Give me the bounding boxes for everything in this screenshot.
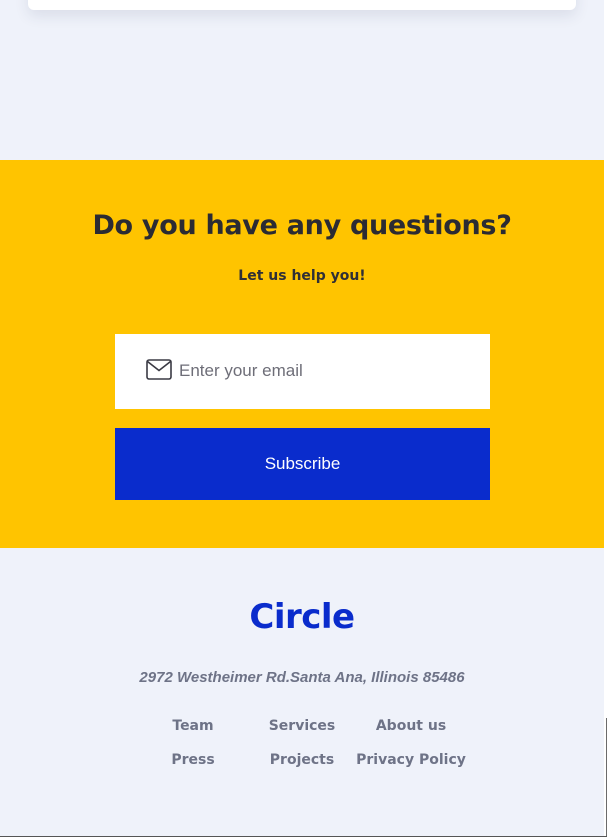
email-field[interactable] <box>115 334 490 409</box>
footer-link-team[interactable]: Team <box>138 715 248 737</box>
content-card-bottom <box>28 0 576 10</box>
newsletter-subtitle: Let us help you! <box>238 268 366 284</box>
footer-link-about-us[interactable]: About us <box>356 715 466 737</box>
footer-link-privacy-policy[interactable]: Privacy Policy <box>356 749 466 771</box>
footer-address: 2972 Westheimer Rd.Santa Ana, Illinois 8… <box>139 669 465 686</box>
footer-link-projects[interactable]: Projects <box>248 749 356 771</box>
mail-icon <box>146 359 172 380</box>
footer-nav: Team Services About us Press Projects Pr… <box>138 715 466 771</box>
email-input[interactable] <box>179 352 469 390</box>
footer-link-services[interactable]: Services <box>248 715 356 737</box>
footer-link-press[interactable]: Press <box>138 749 248 771</box>
newsletter-title: Do you have any questions? <box>92 210 512 241</box>
circle-logo[interactable]: Circle <box>0 597 604 637</box>
subscribe-button[interactable]: Subscribe <box>115 428 490 500</box>
newsletter-section: Do you have any questions? Let us help y… <box>0 160 604 548</box>
